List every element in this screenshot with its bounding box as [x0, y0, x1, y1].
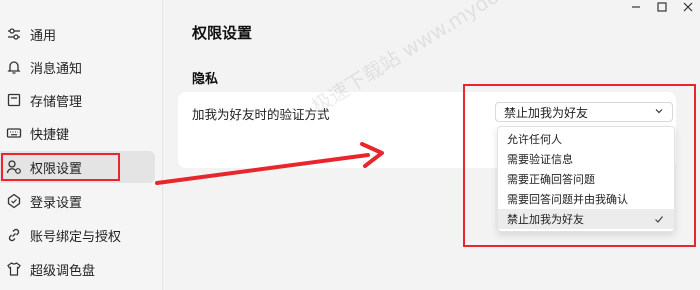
sidebar-item-label: 消息通知 [30, 61, 83, 77]
friend-verification-label: 加我为好友时的验证方式 [192, 107, 330, 122]
annotation-box-sidebar [1, 153, 120, 181]
bell-icon [6, 59, 22, 75]
sidebar-item-label: 登录设置 [30, 195, 83, 211]
sidebar-item-label: 超级调色盘 [30, 263, 96, 279]
sidebar-item-account-binding[interactable]: 账号绑定与授权 [0, 219, 155, 251]
section-title: 隐私 [192, 72, 219, 87]
sidebar-item-general[interactable]: 通用 [0, 18, 155, 50]
keyboard-icon [6, 125, 22, 141]
shirt-icon [6, 261, 22, 277]
sidebar-item-label: 存储管理 [30, 94, 83, 110]
sidebar-item-label: 账号绑定与授权 [30, 229, 122, 245]
sidebar-item-notifications[interactable]: 消息通知 [0, 51, 155, 83]
sidebar-item-label: 快捷键 [30, 127, 70, 143]
sidebar-item-shortcuts[interactable]: 快捷键 [0, 117, 155, 149]
sidebar-item-label: 通用 [30, 28, 57, 44]
sliders-icon [6, 26, 22, 42]
storage-icon [6, 92, 22, 108]
sidebar: 通用 消息通知 存储管理 快捷键 权限设置 登录设置 账号绑定与授权 超级调色盘 [0, 0, 163, 290]
sidebar-item-login[interactable]: 登录设置 [0, 185, 155, 217]
page-title: 权限设置 [192, 24, 253, 42]
sidebar-item-storage[interactable]: 存储管理 [0, 84, 155, 116]
annotation-box-dropdown [463, 84, 696, 247]
link-icon [6, 227, 22, 243]
sidebar-item-palette[interactable]: 超级调色盘 [0, 253, 155, 285]
shield-icon [6, 193, 22, 209]
